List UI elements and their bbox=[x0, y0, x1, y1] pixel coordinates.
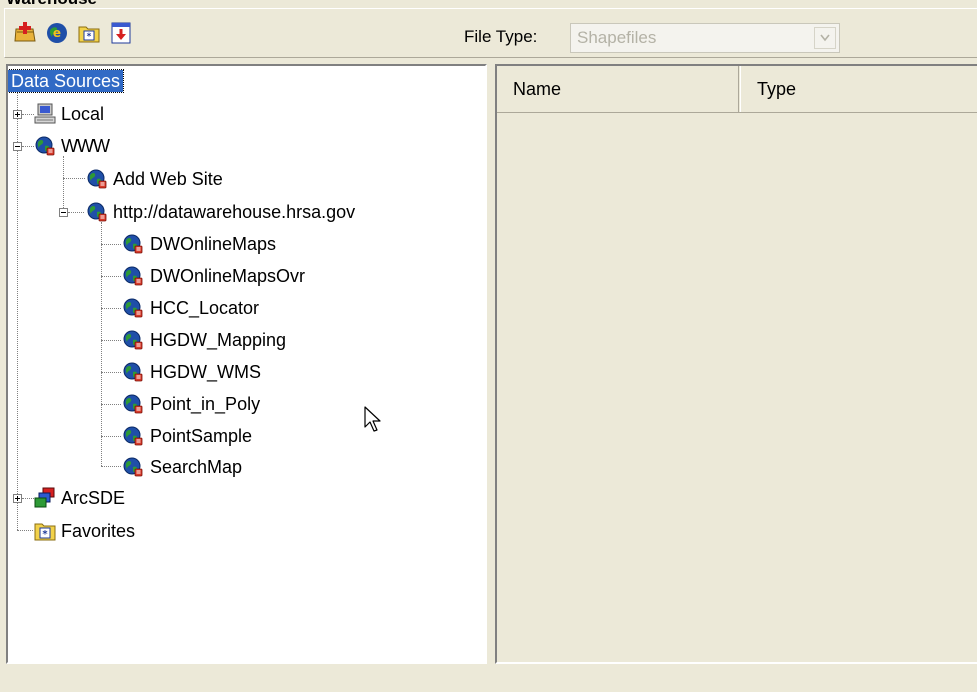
globe-icon bbox=[122, 265, 144, 287]
tree-line bbox=[101, 222, 102, 466]
globe-icon bbox=[122, 456, 144, 478]
tree-node-label: Point_in_Poly bbox=[150, 394, 261, 414]
globe-icon bbox=[122, 329, 144, 351]
add-data-source-button[interactable] bbox=[13, 21, 37, 45]
tree-line bbox=[101, 244, 121, 245]
tree-line bbox=[63, 156, 64, 212]
tree-line bbox=[101, 276, 121, 277]
window-title-bar: Warehouse bbox=[0, 0, 977, 8]
svg-text:*: * bbox=[87, 32, 92, 42]
mouse-pointer-icon bbox=[364, 406, 381, 432]
tree-node-label: DWOnlineMapsOvr bbox=[150, 266, 306, 286]
globe-icon bbox=[86, 168, 108, 190]
collapse-site-toggle[interactable] bbox=[59, 208, 68, 217]
tree-node-label: Add Web Site bbox=[113, 169, 223, 189]
status-bar bbox=[0, 666, 977, 692]
globe-icon bbox=[122, 393, 144, 415]
file-type-value: Shapefiles bbox=[577, 28, 657, 47]
column-header-type[interactable]: Type bbox=[740, 66, 977, 112]
download-button[interactable] bbox=[109, 21, 133, 45]
tree-line bbox=[22, 498, 34, 499]
file-type-label: File Type: bbox=[464, 27, 538, 46]
tree-line bbox=[101, 308, 121, 309]
tree-line bbox=[22, 146, 34, 147]
tree-line bbox=[101, 466, 121, 467]
globe-icon bbox=[122, 361, 144, 383]
tree-line bbox=[17, 86, 18, 530]
tree-node-label: PointSample bbox=[150, 426, 253, 446]
expand-arcsde-toggle[interactable] bbox=[13, 494, 22, 503]
tree-node-label: HGDW_Mapping bbox=[150, 330, 287, 350]
download-icon bbox=[111, 22, 131, 44]
tree-line bbox=[22, 114, 34, 115]
add-favorite-button[interactable]: * bbox=[77, 21, 101, 45]
toolbar: e * File Type: Shapefiles bbox=[4, 8, 977, 58]
globe-icon bbox=[122, 233, 144, 255]
contents-list[interactable]: Name Type bbox=[495, 64, 977, 664]
window-title: Warehouse bbox=[6, 0, 97, 8]
tree-node-label: http://datawarehouse.hrsa.gov bbox=[113, 202, 356, 222]
list-header: Name Type bbox=[497, 66, 977, 113]
tree-line bbox=[101, 404, 121, 405]
tree-root-label: Data Sources bbox=[8, 69, 125, 93]
tree-line bbox=[17, 530, 33, 531]
expand-local-toggle[interactable] bbox=[13, 110, 22, 119]
computer-icon bbox=[34, 103, 56, 124]
tree-line bbox=[101, 372, 121, 373]
tree-line bbox=[101, 436, 121, 437]
chevron-down-icon bbox=[820, 34, 830, 42]
globe-e-icon: e bbox=[47, 23, 67, 43]
svg-text:e: e bbox=[53, 26, 61, 40]
column-header-name[interactable]: Name bbox=[497, 66, 739, 112]
tree-node-label: HGDW_WMS bbox=[150, 362, 261, 382]
panel-splitter[interactable] bbox=[487, 64, 495, 664]
add-source-icon bbox=[14, 22, 36, 42]
tree-node-label: Favorites bbox=[61, 521, 136, 541]
collapse-www-toggle[interactable] bbox=[13, 142, 22, 151]
data-sources-tree[interactable]: Data Sources Local WWW Add Web Site http… bbox=[6, 64, 487, 664]
tree-node-label: HCC_Locator bbox=[150, 298, 260, 318]
favorite-folder-icon: * bbox=[78, 26, 100, 43]
file-type-dropdown-button[interactable] bbox=[814, 27, 836, 49]
svg-text:*: * bbox=[42, 529, 48, 540]
tree-node-label: ArcSDE bbox=[61, 488, 126, 508]
database-layers-icon bbox=[34, 487, 55, 508]
connect-internet-button[interactable]: e bbox=[45, 21, 69, 45]
globe-icon bbox=[122, 297, 144, 319]
globe-icon bbox=[86, 201, 108, 223]
favorite-folder-icon: * bbox=[34, 523, 56, 541]
tree-node-label: SearchMap bbox=[150, 457, 243, 477]
tree-line bbox=[68, 212, 84, 213]
tree-line bbox=[101, 340, 121, 341]
tree-node-label: DWOnlineMaps bbox=[150, 234, 277, 254]
tree-node-label: WWW bbox=[61, 136, 110, 156]
globe-icon bbox=[122, 425, 144, 447]
file-type-select[interactable]: Shapefiles bbox=[570, 23, 840, 53]
tree-node-label: Local bbox=[61, 104, 105, 124]
tree-line bbox=[63, 178, 85, 179]
globe-icon bbox=[34, 135, 56, 157]
